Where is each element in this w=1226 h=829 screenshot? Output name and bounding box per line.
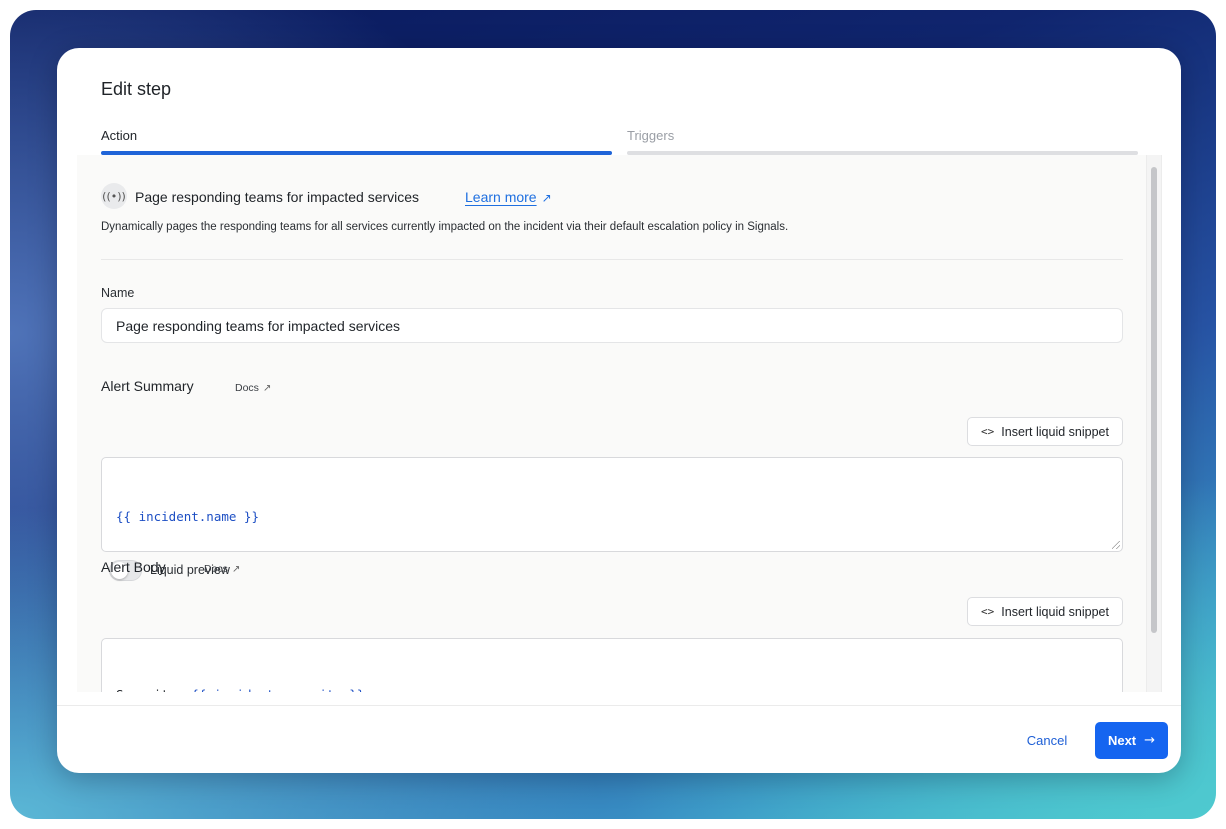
resize-handle[interactable] [1112,541,1120,549]
broadcast-icon: ((•)) [101,183,127,209]
tab-triggers[interactable]: Triggers [627,128,674,143]
footer-divider [57,705,1181,706]
external-link-icon: ↗ [262,383,272,394]
section-divider [101,259,1123,260]
external-link-icon: ↗ [231,564,241,575]
alert-summary-docs-link[interactable]: Docs ↗ [235,382,271,394]
code-brackets-icon: <> [981,605,995,618]
action-description: Dynamically pages the responding teams f… [101,221,789,233]
docs-label: Docs [204,563,228,575]
scrollbar[interactable] [1146,155,1161,692]
next-label: Next [1107,733,1137,748]
insert-snippet-label: Insert liquid snippet [1001,424,1109,439]
next-button[interactable]: Next → [1095,722,1168,759]
alert-summary-insert-snippet-button[interactable]: <> Insert liquid snippet [967,417,1123,446]
edit-step-modal: Edit step Action Triggers ((•)) Page res… [57,48,1181,773]
alert-body-editor[interactable]: Severity: {{ incident.severity }}Milesto… [101,638,1123,692]
liquid-variable: {{ incident.severity }} [191,687,364,692]
docs-label: Docs [235,382,259,394]
name-input[interactable] [101,308,1123,343]
external-link-icon: ↗ [541,191,552,205]
liquid-variable: {{ incident.name }} [116,509,259,524]
alert-body-docs-link[interactable]: Docs ↗ [204,563,240,575]
arrow-right-icon: → [1144,733,1156,748]
action-title: Page responding teams for impacted servi… [135,189,420,205]
alert-body-label: Alert Body [101,559,166,575]
code-line: {{ incident.name }} [116,507,1108,527]
tab-action[interactable]: Action [101,128,137,143]
scrollbar-thumb[interactable] [1151,167,1157,633]
name-label: Name [101,286,135,300]
alert-summary-editor[interactable]: {{ incident.name }} [101,457,1123,552]
alert-summary-label: Alert Summary [101,378,194,394]
learn-more-link[interactable]: Learn more ↗ [465,189,552,205]
code-brackets-icon: <> [981,425,995,438]
code-line: Severity: {{ incident.severity }} [116,685,1108,692]
cancel-button[interactable]: Cancel [1017,722,1077,758]
step-form-scroll-area: ((•)) Page responding teams for impacted… [77,155,1162,692]
alert-body-insert-snippet-button[interactable]: <> Insert liquid snippet [967,597,1123,626]
modal-title: Edit step [101,79,172,99]
insert-snippet-label: Insert liquid snippet [1001,604,1109,619]
learn-more-label: Learn more [465,189,537,205]
code-text: Severity: [116,687,191,692]
